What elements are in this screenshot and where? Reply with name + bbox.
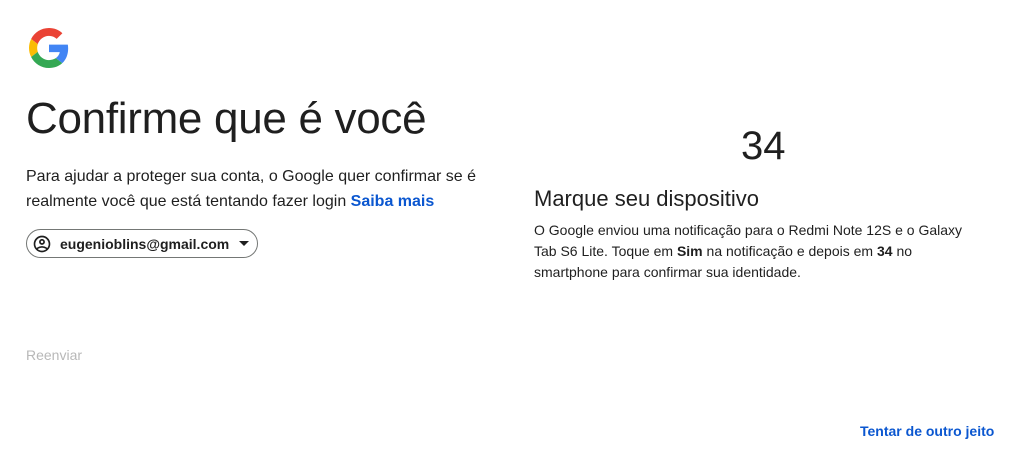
try-another-way-button[interactable]: Tentar de outro jeito: [860, 423, 994, 439]
resend-button[interactable]: Reenviar: [26, 347, 82, 363]
page-title: Confirme que é você: [26, 94, 427, 143]
account-circle-icon: [32, 234, 52, 254]
google-logo-icon: [29, 27, 69, 69]
account-email: eugenioblins@gmail.com: [60, 235, 230, 252]
description-bold-number: 34: [876, 243, 893, 259]
challenge-heading: Marque seu dispositivo: [534, 186, 760, 211]
page-subtitle: Para ajudar a proteger sua conta, o Goog…: [26, 164, 496, 214]
caret-down-icon: [239, 241, 250, 246]
verification-number: 34: [741, 124, 786, 168]
challenge-description: O Google enviou uma notificação para o R…: [534, 220, 984, 283]
description-text: na notificação e depois em: [702, 243, 877, 259]
account-chooser-button[interactable]: eugenioblins@gmail.com: [26, 229, 258, 258]
description-bold-yes: Sim: [676, 243, 703, 259]
learn-more-link[interactable]: Saiba mais: [351, 193, 435, 210]
